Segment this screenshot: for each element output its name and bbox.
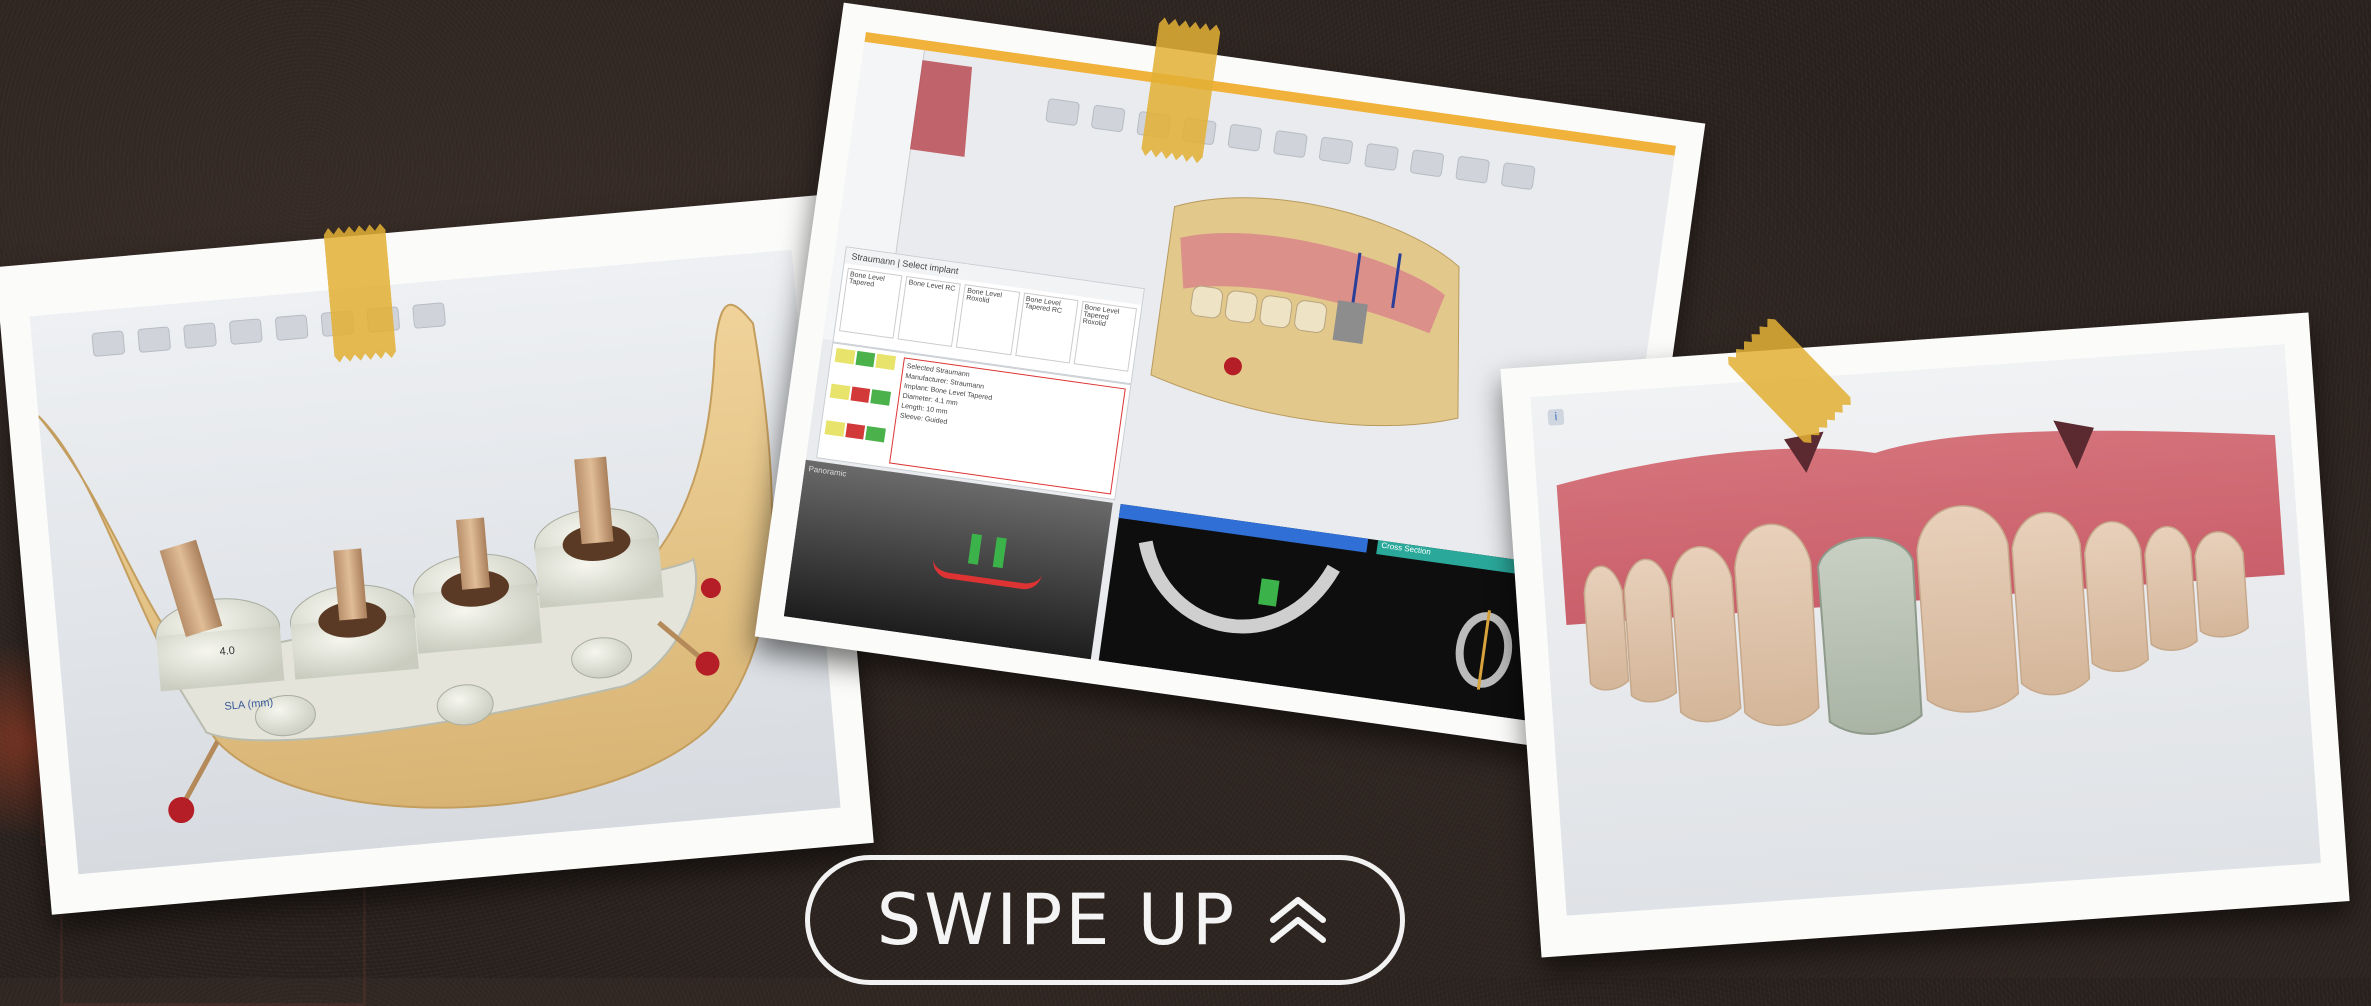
jaw-3d-model[interactable]	[30, 250, 841, 875]
swipe-up-button[interactable]: SWIPE UP	[805, 855, 1405, 985]
implant-card[interactable]: Bone Level Roxolid	[956, 284, 1020, 356]
panoramic-tab[interactable]: Panoramic	[808, 464, 847, 478]
implant-card[interactable]: Bone Level Tapered RC	[1014, 292, 1079, 364]
implant-card[interactable]: Bone Level Tapered	[838, 267, 903, 339]
implant-grid[interactable]	[817, 343, 900, 466]
crown-screen: i	[1530, 344, 2321, 916]
tape	[323, 223, 397, 363]
teeth-3d-model[interactable]	[1530, 344, 2320, 915]
implant-card[interactable]: Bone Level RC	[897, 275, 962, 348]
implant-guide-screen: SLA (mm) 4.0	[29, 249, 841, 875]
swipe-up-label: SWIPE UP	[876, 879, 1238, 961]
implant-card[interactable]: Bone Level Tapered Roxolid	[1073, 300, 1138, 372]
polaroid-implant-guide[interactable]: SLA (mm) 4.0	[0, 195, 874, 915]
implant-label: 4.0	[219, 644, 236, 659]
double-chevron-up-icon	[1270, 897, 1327, 943]
polaroid-crown-design[interactable]: i	[1500, 312, 2350, 958]
